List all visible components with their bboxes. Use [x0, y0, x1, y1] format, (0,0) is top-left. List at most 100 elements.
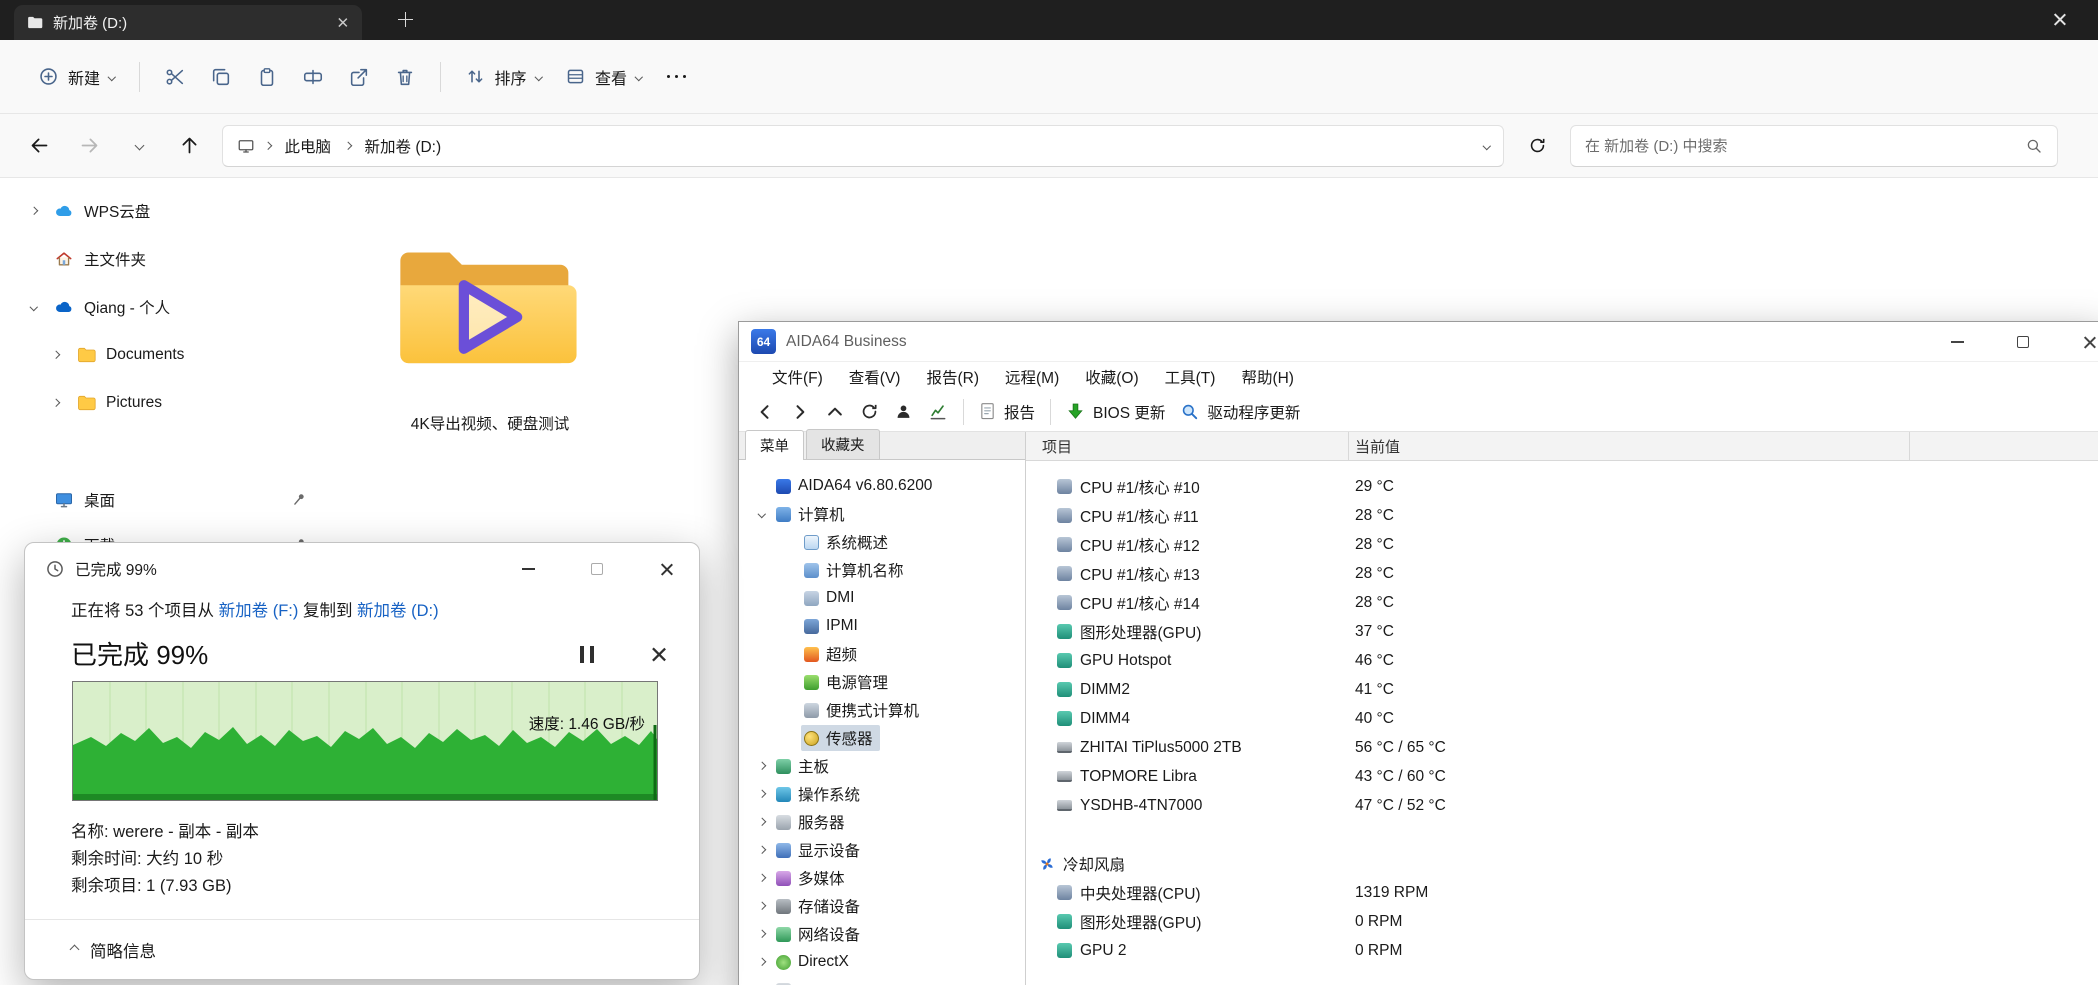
sidebar-item-onedrive[interactable]: Qiang - 个人 [6, 285, 324, 329]
sensor-row[interactable]: DIMM4 40 °C [1026, 704, 2098, 733]
explorer-tab[interactable]: 新加卷 (D:) [14, 5, 362, 40]
dialog-maximize-button[interactable] [574, 543, 620, 595]
chevron-right-icon[interactable] [30, 207, 38, 215]
aida64-maximize-button[interactable] [2001, 322, 2045, 362]
view-button[interactable]: 查看 [553, 57, 654, 97]
bios-update-button[interactable]: BIOS 更新 [1066, 401, 1165, 423]
tree-item-aida64[interactable]: AIDA64 v6.80.6200 [739, 472, 1025, 500]
menu-file[interactable]: 文件(F) [759, 362, 836, 392]
column-header-value[interactable]: 当前值 [1349, 432, 1910, 460]
chevron-right-icon[interactable] [758, 846, 766, 854]
fan-row[interactable]: 图形处理器(GPU) 0 RPM [1026, 907, 2098, 936]
menu-tools[interactable]: 工具(T) [1152, 362, 1229, 392]
menu-remote[interactable]: 远程(M) [992, 362, 1072, 392]
paste-button[interactable] [244, 56, 290, 98]
tab-menu[interactable]: 菜单 [745, 430, 804, 460]
aida64-titlebar[interactable]: 64 AIDA64 Business [739, 322, 2098, 362]
tab-favorites[interactable]: 收藏夹 [806, 429, 880, 459]
dest-drive-link[interactable]: 新加卷 (D:) [357, 602, 439, 620]
tree-item-network[interactable]: 网络设备 [739, 920, 1025, 948]
sensor-row[interactable]: CPU #1/核心 #11 28 °C [1026, 501, 2098, 530]
delete-button[interactable] [382, 56, 428, 98]
chevron-right-icon[interactable] [758, 930, 766, 938]
refresh-button[interactable] [860, 402, 879, 421]
sensor-row[interactable]: CPU #1/核心 #12 28 °C [1026, 530, 2098, 559]
folder-tile-4k-export[interactable]: 4K导出视频、硬盘测试 [368, 232, 612, 482]
forward-button[interactable] [72, 129, 106, 163]
tree-item-overclock[interactable]: 超频 [739, 640, 1025, 668]
tree-item-computer-name[interactable]: 计算机名称 [739, 556, 1025, 584]
back-button[interactable] [22, 129, 56, 163]
tree-item-storage[interactable]: 存储设备 [739, 892, 1025, 920]
search-input[interactable]: 在 新加卷 (D:) 中搜索 [1570, 124, 2058, 167]
tree-item-portable[interactable]: 便携式计算机 [739, 696, 1025, 724]
chevron-right-icon[interactable] [52, 351, 60, 359]
aida64-close-button[interactable] [2067, 322, 2098, 362]
sidebar-item-pictures[interactable]: Pictures [6, 381, 324, 425]
sensor-row[interactable]: DIMM2 41 °C [1026, 675, 2098, 704]
sensor-row[interactable]: CPU #1/核心 #10 29 °C [1026, 472, 2098, 501]
chevron-right-icon[interactable] [758, 762, 766, 770]
more-button[interactable] [654, 56, 700, 98]
rename-button[interactable] [290, 56, 336, 98]
address-input[interactable]: 此电脑 新加卷 (D:) [222, 124, 1504, 167]
report-button[interactable]: 报告 [979, 401, 1035, 423]
user-button[interactable] [894, 402, 913, 421]
pause-button[interactable] [570, 639, 604, 669]
chevron-right-icon[interactable] [52, 399, 60, 407]
sidebar-item-desktop[interactable]: 桌面 [6, 478, 324, 522]
details-toggle[interactable]: 简略信息 [25, 920, 699, 979]
nav-forward-button[interactable] [790, 402, 810, 422]
tree-item-display[interactable]: 显示设备 [739, 836, 1025, 864]
recent-locations-button[interactable] [122, 129, 156, 163]
tree-item-ipmi[interactable]: IPMI [739, 612, 1025, 640]
menu-favorites[interactable]: 收藏(O) [1072, 362, 1151, 392]
tree-item-clipped[interactable] [739, 976, 1025, 985]
breadcrumb-drive[interactable]: 新加卷 (D:) [361, 132, 446, 160]
tab-close-icon[interactable] [337, 17, 348, 28]
address-dropdown-icon[interactable] [1482, 141, 1491, 150]
sensor-row[interactable]: CPU #1/核心 #13 28 °C [1026, 559, 2098, 588]
sidebar-item-wps-cloud[interactable]: WPS云盘 [6, 189, 324, 233]
sort-button[interactable]: 排序 [453, 57, 554, 97]
menu-report[interactable]: 报告(R) [913, 362, 992, 392]
cancel-button[interactable] [641, 639, 675, 669]
driver-update-button[interactable]: 驱动程序更新 [1180, 401, 1300, 423]
chevron-right-icon[interactable] [758, 818, 766, 826]
source-drive-link[interactable]: 新加卷 (F:) [219, 602, 299, 620]
fan-row[interactable]: GPU 20 RPM [1026, 936, 2098, 965]
window-close-icon[interactable] [2052, 12, 2067, 27]
menu-view[interactable]: 查看(V) [836, 362, 914, 392]
up-button[interactable] [172, 129, 206, 163]
sidebar-item-documents[interactable]: Documents [6, 333, 324, 377]
sensor-row[interactable]: CPU #1/核心 #14 28 °C [1026, 588, 2098, 617]
chevron-down-icon[interactable] [758, 510, 766, 518]
menu-help[interactable]: 帮助(H) [1228, 362, 1307, 392]
chevron-right-icon[interactable] [758, 790, 766, 798]
breadcrumb-this-pc[interactable]: 此电脑 [281, 132, 336, 160]
new-tab-button[interactable] [398, 12, 413, 27]
share-button[interactable] [336, 56, 382, 98]
fan-row[interactable]: 中央处理器(CPU) 1319 RPM [1026, 878, 2098, 907]
dialog-close-button[interactable] [643, 543, 689, 595]
chevron-right-icon[interactable] [758, 958, 766, 966]
chart-button[interactable] [928, 402, 948, 422]
sensor-row[interactable]: ZHITAI TiPlus5000 2TB 56 °C / 65 °C [1026, 733, 2098, 762]
nav-up-button[interactable] [825, 402, 845, 422]
new-button[interactable]: 新建 [26, 57, 127, 97]
copy-button[interactable] [198, 56, 244, 98]
column-header-item[interactable]: 项目 [1026, 432, 1349, 460]
tree-item-os[interactable]: 操作系统 [739, 780, 1025, 808]
chevron-down-icon[interactable] [30, 303, 38, 311]
fan-section-row[interactable]: 冷却风扇 [1026, 849, 2098, 878]
tree-item-server[interactable]: 服务器 [739, 808, 1025, 836]
sensor-row[interactable]: TOPMORE Libra 43 °C / 60 °C [1026, 762, 2098, 791]
tree-item-sensor[interactable]: 传感器 [739, 724, 1025, 752]
refresh-button[interactable] [1520, 129, 1554, 163]
chevron-right-icon[interactable] [758, 874, 766, 882]
tree-item-summary[interactable]: 系统概述 [739, 528, 1025, 556]
chevron-right-icon[interactable] [758, 902, 766, 910]
sidebar-item-home[interactable]: 主文件夹 [6, 237, 324, 281]
tree-item-power[interactable]: 电源管理 [739, 668, 1025, 696]
nav-back-button[interactable] [755, 402, 775, 422]
